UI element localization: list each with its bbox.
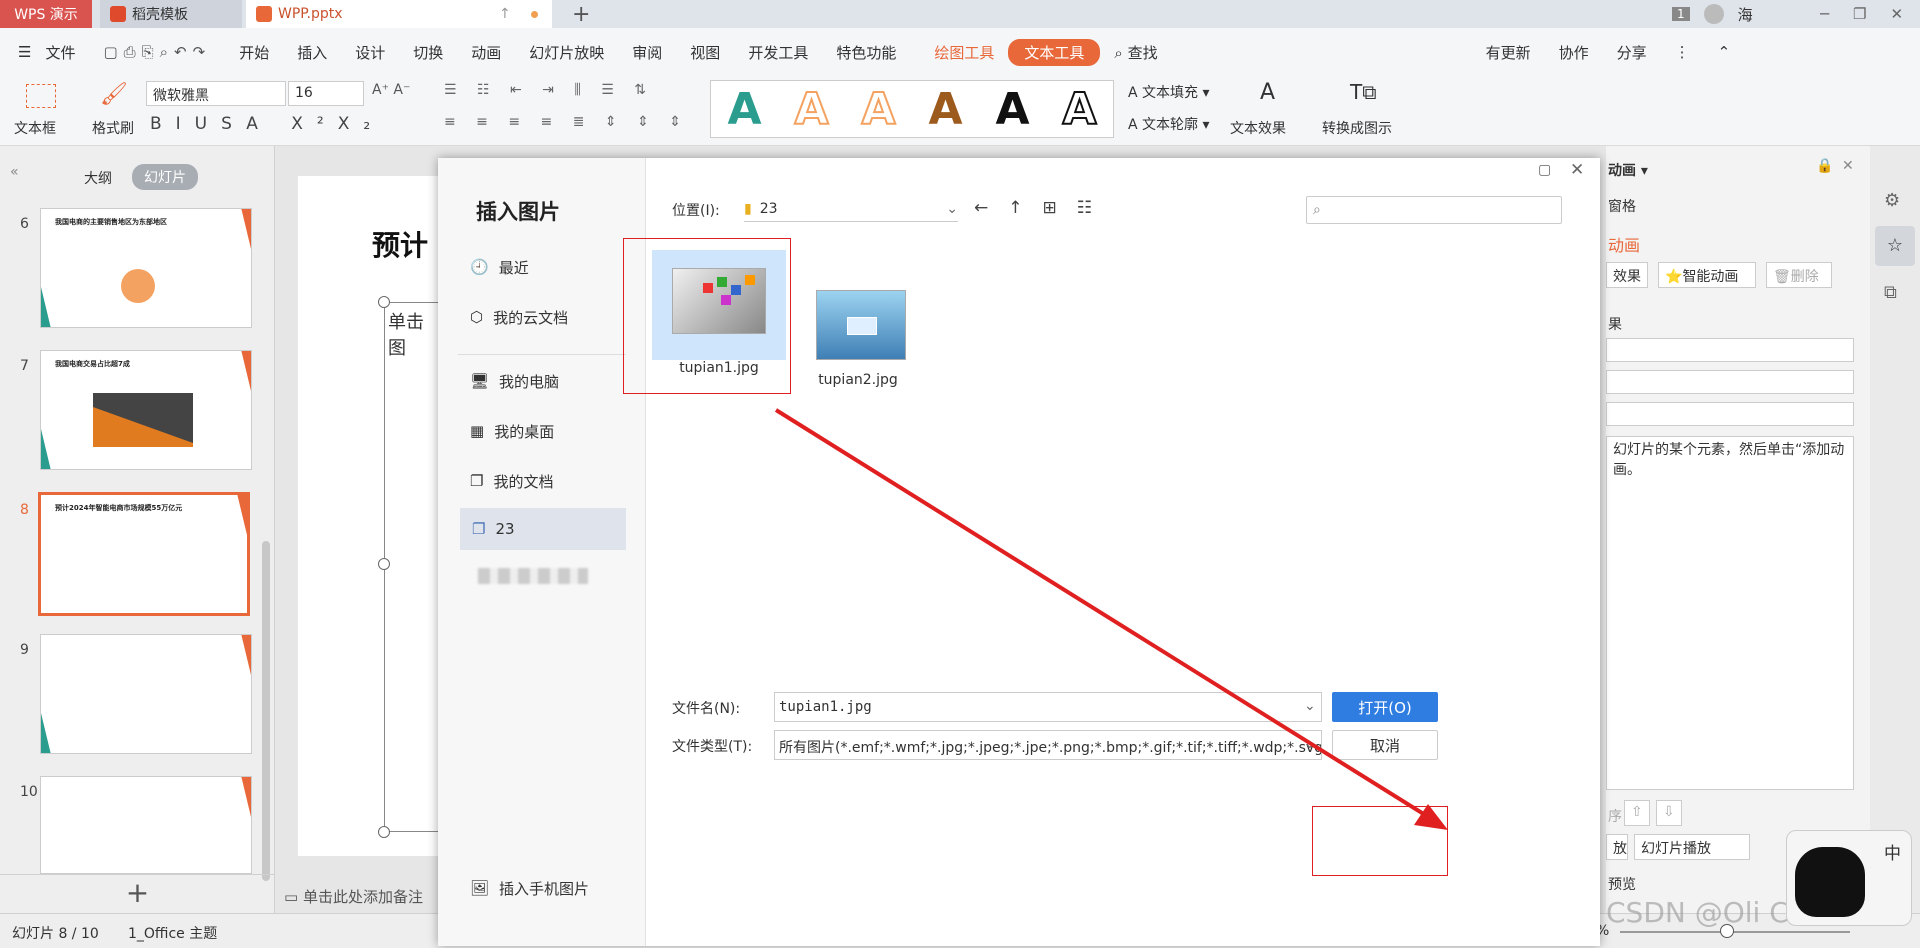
annotation-arrow <box>774 408 1448 830</box>
ime-widget[interactable]: 中 <box>1786 830 1912 926</box>
ime-mode[interactable]: 中 <box>1884 839 1901 864</box>
cat-mascot-icon <box>1795 847 1865 917</box>
